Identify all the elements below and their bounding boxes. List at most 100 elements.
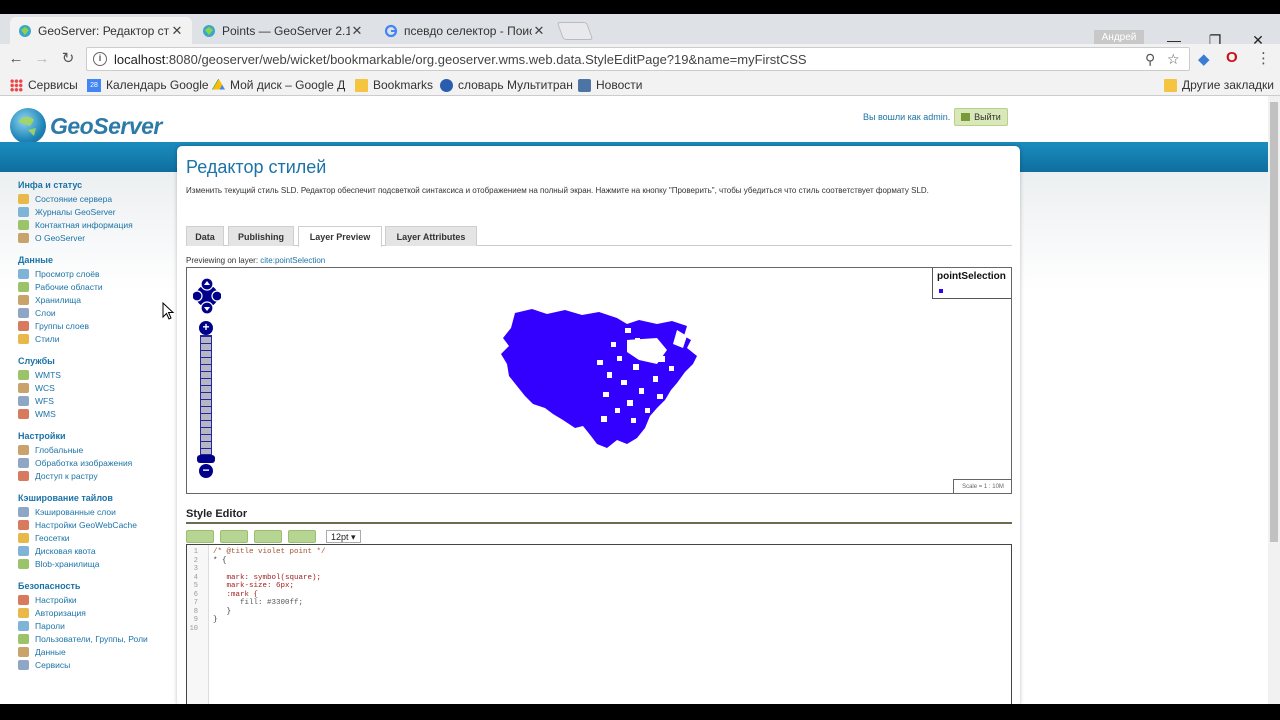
bookmark-drive[interactable]: Мой диск – Google Д — [212, 78, 345, 92]
zoom-slider-track[interactable] — [200, 335, 212, 455]
sidebar-item[interactable]: О GeoServer — [18, 231, 168, 244]
sidebar-item[interactable]: WFS — [18, 394, 168, 407]
reload-icon[interactable]: ↻ — [58, 50, 78, 68]
close-tab-icon[interactable]: ✕ — [532, 23, 546, 39]
bookmark-star-icon[interactable]: ☆ — [1167, 51, 1180, 68]
geoserver-logo[interactable]: GeoServer — [10, 108, 162, 144]
browser-tab-geoserver-style[interactable]: GeoServer: Редактор сти ✕ — [10, 17, 192, 44]
sidebar-item-label: WMS — [35, 408, 56, 419]
sidebar-item[interactable]: Пароли — [18, 619, 168, 632]
style-editor-divider — [186, 522, 1012, 524]
page-scrollbar[interactable] — [1268, 96, 1280, 704]
sidebar-item-label: Дисковая квота — [35, 545, 96, 556]
preview-label: Previewing on layer: cite:pointSelection — [186, 256, 326, 265]
sidebar-item[interactable]: Слои — [18, 306, 168, 319]
sidebar-item-label: Данные — [35, 646, 66, 657]
extension-icon[interactable]: ◆ — [1198, 50, 1210, 68]
bookmark-apps[interactable]: Сервисы — [10, 78, 78, 92]
bookmark-multitran[interactable]: словарь Мультитран — [440, 78, 573, 92]
sidebar-item[interactable]: WMS — [18, 407, 168, 420]
sidebar-item[interactable]: Обработка изображения — [18, 456, 168, 469]
url-text[interactable]: localhost:8080/geoserver/web/wicket/book… — [114, 52, 807, 67]
code-editor[interactable]: 1 2 3 4 5 6 7 8 9 10 /* @title violet point */ * … — [186, 544, 1012, 704]
map-features — [501, 309, 697, 448]
sidebar-item[interactable]: Стили — [18, 332, 168, 345]
zoom-slider-handle[interactable] — [197, 455, 215, 463]
tab-data[interactable]: Data — [186, 226, 224, 246]
sidebar-item[interactable]: Сервисы — [18, 658, 168, 671]
page-description: Изменить текущий стиль SLD. Редактор обе… — [186, 186, 929, 195]
sidebar-item[interactable]: Данные — [18, 645, 168, 658]
bookmarks-bar: Сервисы 28 Календарь Google Мой диск – G… — [0, 74, 1280, 96]
drive-icon — [212, 78, 225, 90]
sidebar-item[interactable]: Хранилища — [18, 293, 168, 306]
menu-icon[interactable]: ⋮ — [1256, 49, 1271, 67]
sidebar-item-icon — [18, 594, 29, 605]
tab-layer-preview[interactable]: Layer Preview — [298, 226, 382, 247]
sidebar-item[interactable]: Журналы GeoServer — [18, 205, 168, 218]
goto-line-icon[interactable] — [254, 529, 282, 543]
sidebar-item[interactable]: Контактная информация — [18, 218, 168, 231]
zoom-out-button[interactable]: − — [199, 464, 213, 478]
sidebar-item[interactable]: Пользователи, Группы, Роли — [18, 632, 168, 645]
apps-icon — [10, 78, 23, 92]
site-info-icon[interactable]: i — [93, 52, 107, 66]
sidebar-item[interactable]: Авторизация — [18, 606, 168, 619]
sidebar-item[interactable]: WMTS — [18, 368, 168, 381]
zoom-in-button[interactable]: + — [199, 321, 213, 335]
map-legend: pointSelection — [932, 268, 1011, 299]
bookmark-calendar[interactable]: 28 Календарь Google — [87, 78, 209, 92]
reformat-icon[interactable] — [288, 529, 316, 543]
logout-button[interactable]: Выйти — [954, 108, 1008, 126]
map-preview[interactable]: + − pointSelection Scale = 1 : 10M — [186, 267, 1012, 494]
address-bar[interactable]: i localhost:8080/geoserver/web/wicket/bo… — [86, 47, 1190, 71]
new-tab-button[interactable] — [556, 22, 594, 40]
other-bookmarks[interactable]: Другие закладки — [1164, 78, 1274, 92]
sidebar-item[interactable]: Состояние сервера — [18, 192, 168, 205]
scrollbar-thumb[interactable] — [1270, 102, 1278, 542]
sidebar-item-icon — [18, 558, 29, 569]
sidebar-item[interactable]: Группы слоев — [18, 319, 168, 332]
forward-icon[interactable]: → — [32, 50, 52, 68]
mouse-cursor-icon — [162, 302, 175, 320]
pan-control-icon[interactable] — [191, 276, 223, 316]
zoom-search-icon[interactable]: ⚲ — [1145, 51, 1155, 68]
undo-icon[interactable] — [186, 529, 214, 543]
bookmark-news[interactable]: Новости — [578, 78, 642, 92]
tab-title: Points — GeoServer 2.10 — [222, 23, 350, 38]
sidebar-item[interactable]: Рабочие области — [18, 280, 168, 293]
font-size-select[interactable]: 12pt ▾ — [326, 529, 361, 543]
sidebar-item-icon — [18, 307, 29, 318]
sidebar-item-icon — [18, 633, 29, 644]
browser-tab-google-search[interactable]: псевдо селектор - Поис ✕ — [376, 17, 554, 44]
sidebar-item-icon — [18, 219, 29, 230]
code-line: :mark { — [213, 590, 259, 599]
sidebar-item[interactable]: Настройки — [18, 593, 168, 606]
close-tab-icon[interactable]: ✕ — [350, 23, 364, 39]
sidebar-item[interactable]: Доступ к растру — [18, 469, 168, 482]
bookmark-folder[interactable]: Bookmarks — [355, 78, 433, 92]
opera-extension-icon[interactable]: O — [1226, 49, 1238, 66]
google-favicon-icon — [384, 24, 398, 37]
sidebar-item[interactable]: Кэшированные слои — [18, 505, 168, 518]
close-tab-icon[interactable]: ✕ — [170, 23, 184, 39]
tab-publishing[interactable]: Publishing — [228, 226, 294, 246]
browser-tab-strip: GeoServer: Редактор сти ✕ Points — GeoSe… — [0, 14, 1280, 48]
code-content[interactable]: /* @title violet point */ * { mark: symb… — [213, 548, 326, 625]
sidebar-item[interactable]: WCS — [18, 381, 168, 394]
preview-layer-link[interactable]: cite:pointSelection — [260, 256, 325, 265]
back-icon[interactable]: ← — [6, 50, 26, 68]
sidebar-item[interactable]: Глобальные — [18, 443, 168, 456]
tab-layer-attributes[interactable]: Layer Attributes — [385, 226, 477, 246]
sidebar-item[interactable]: Геосетки — [18, 531, 168, 544]
redo-icon[interactable] — [220, 529, 248, 543]
sidebar-item-label: WCS — [35, 382, 55, 393]
sidebar-section-title: Безопасность — [18, 581, 81, 591]
sidebar-item[interactable]: Blob-хранилища — [18, 557, 168, 570]
sidebar-item[interactable]: Настройки GeoWebCache — [18, 518, 168, 531]
sidebar-item[interactable]: Дисковая квота — [18, 544, 168, 557]
browser-tab-points[interactable]: Points — GeoServer 2.10 ✕ — [194, 17, 372, 44]
sidebar-item-icon — [18, 320, 29, 331]
sidebar-item[interactable]: Просмотр слоёв — [18, 267, 168, 280]
multitran-icon — [440, 78, 453, 92]
